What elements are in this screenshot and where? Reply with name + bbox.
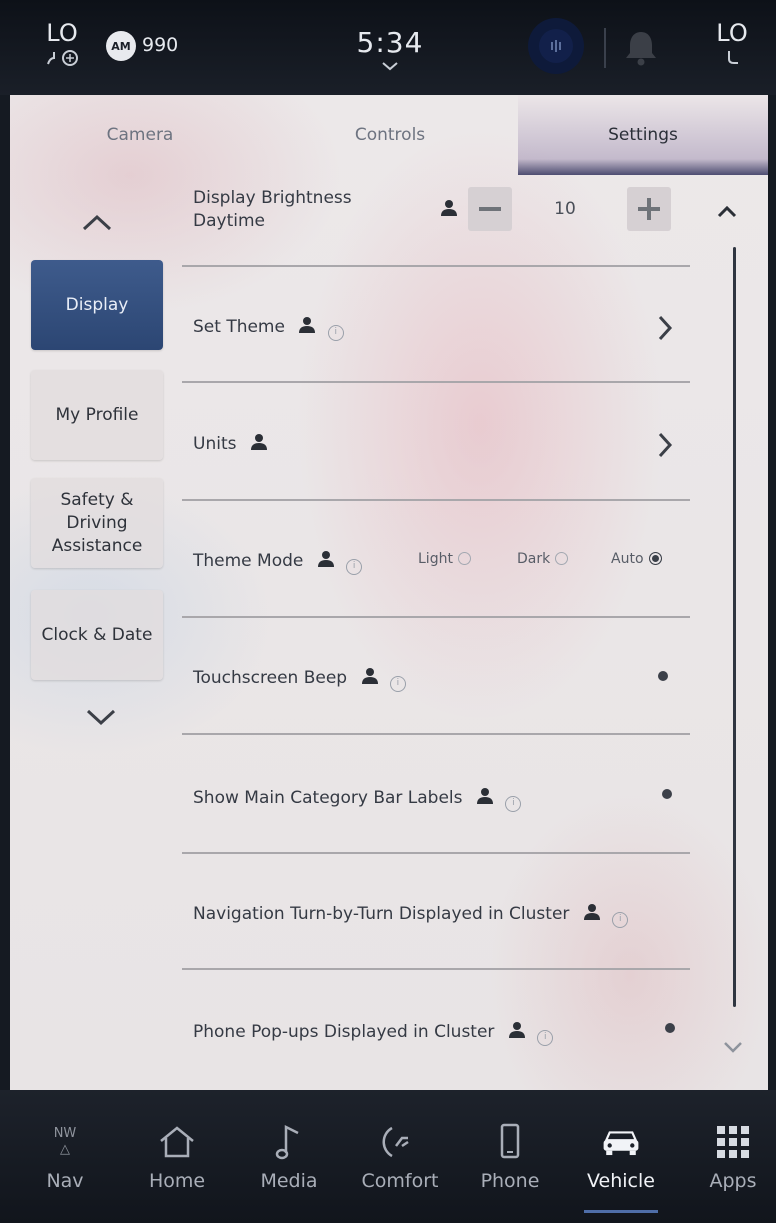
clock-time[interactable]: 5:34	[340, 26, 440, 59]
brightness-value: 10	[554, 199, 576, 219]
chevron-down-icon[interactable]	[380, 60, 400, 72]
tab-controls[interactable]: Controls	[265, 95, 515, 175]
radio-button	[457, 552, 471, 565]
settings-screen: Camera Controls Settings Display My Prof…	[10, 95, 768, 1090]
brightness-label-line2: Daytime	[193, 211, 265, 231]
setting-touchscreen-beep[interactable]: Touchscreen Beep i	[185, 667, 685, 697]
divider	[182, 265, 690, 267]
setting-set-theme[interactable]: Set Theme i	[185, 313, 685, 343]
bottom-nav-bar: NW △ Nav Home Media Comfort Phone Vehicl…	[0, 1090, 776, 1223]
seat-icon	[380, 1122, 420, 1162]
divider	[182, 616, 690, 618]
phone-icon	[490, 1122, 530, 1162]
profile-icon	[250, 434, 267, 450]
phone-popups-toggle[interactable]	[665, 1023, 675, 1033]
category-display[interactable]: Display	[31, 260, 163, 350]
nav-turn-by-turn-label: Navigation Turn-by-Turn Displayed in Clu…	[193, 904, 570, 924]
info-icon[interactable]: i	[327, 325, 344, 341]
notifications-button[interactable]	[612, 18, 670, 76]
status-bar: LO AM 990 5:34 LO	[0, 0, 776, 95]
profile-icon	[583, 904, 600, 920]
theme-mode-label: Theme Mode	[193, 551, 304, 571]
brightness-increase-button[interactable]	[627, 187, 671, 231]
nav-button-home[interactable]: Home	[138, 1090, 216, 1223]
divider	[604, 28, 606, 68]
nav-button-nav[interactable]: NW △ Nav	[28, 1090, 102, 1223]
profile-icon	[299, 317, 316, 333]
voice-icon	[539, 29, 573, 63]
apps-grid-icon	[713, 1122, 753, 1162]
minus-icon	[479, 207, 501, 211]
set-theme-label: Set Theme	[193, 317, 285, 337]
driver-seat-heat-icon	[38, 48, 86, 72]
radio-frequency[interactable]: 990	[142, 34, 178, 56]
profile-icon	[361, 668, 378, 684]
info-icon[interactable]: i	[505, 796, 522, 812]
profile-icon	[476, 788, 493, 804]
passenger-seat-icon	[710, 48, 754, 72]
category-scroll-up-icon[interactable]	[80, 213, 114, 233]
profile-icon	[508, 1022, 525, 1038]
theme-option-dark[interactable]: Dark	[517, 551, 569, 567]
info-icon[interactable]: i	[537, 1030, 554, 1046]
theme-option-auto[interactable]: Auto	[611, 551, 662, 567]
touchscreen-beep-label: Touchscreen Beep	[193, 668, 348, 688]
divider	[182, 968, 690, 970]
radio-button-selected	[648, 552, 662, 565]
info-icon[interactable]: i	[346, 559, 363, 575]
chevron-right-icon	[658, 315, 673, 341]
category-scroll-down-icon[interactable]	[84, 707, 118, 727]
scrollbar[interactable]	[733, 247, 736, 1007]
list-scroll-up-icon[interactable]	[716, 205, 738, 219]
chevron-right-icon	[658, 432, 673, 458]
info-icon[interactable]: i	[612, 912, 629, 928]
voice-button[interactable]	[528, 18, 584, 74]
tab-settings[interactable]: Settings	[518, 95, 768, 175]
vehicle-icon	[601, 1122, 641, 1162]
brightness-label-line1: Display Brightness	[193, 188, 352, 208]
units-label: Units	[193, 434, 237, 454]
brightness-decrease-button[interactable]	[468, 187, 512, 231]
category-bar-labels-toggle[interactable]	[662, 789, 672, 799]
passenger-climate[interactable]: LO	[710, 20, 754, 72]
touchscreen-beep-toggle[interactable]	[658, 671, 668, 681]
divider	[182, 499, 690, 501]
nav-button-media[interactable]: Media	[248, 1090, 330, 1223]
divider	[182, 381, 690, 383]
setting-phone-popups[interactable]: Phone Pop-ups Displayed in Cluster i	[185, 1021, 685, 1051]
list-scroll-down-icon[interactable]	[722, 1040, 744, 1054]
nav-button-comfort[interactable]: Comfort	[350, 1090, 450, 1223]
theme-option-light[interactable]: Light	[418, 551, 471, 567]
tab-camera[interactable]: Camera	[10, 95, 270, 175]
category-safety-driving-assistance[interactable]: Safety & Driving Assistance	[31, 478, 163, 568]
tab-bar: Camera Controls Settings	[10, 95, 768, 175]
setting-display-brightness: Display Brightness Daytime	[185, 187, 685, 237]
category-clock-date[interactable]: Clock & Date	[31, 590, 163, 680]
category-my-profile[interactable]: My Profile	[31, 370, 163, 460]
nav-button-vehicle[interactable]: Vehicle	[566, 1090, 676, 1223]
driver-climate[interactable]: LO	[38, 20, 86, 72]
music-note-icon	[269, 1122, 309, 1162]
bell-icon	[626, 32, 656, 66]
compass-icon: NW △	[53, 1125, 77, 1157]
setting-category-bar-labels[interactable]: Show Main Category Bar Labels i	[185, 787, 685, 817]
plus-icon	[638, 198, 660, 220]
info-icon[interactable]: i	[389, 676, 406, 692]
category-bar-labels-label: Show Main Category Bar Labels	[193, 788, 463, 808]
radio-band-badge[interactable]: AM	[106, 31, 136, 61]
home-icon	[157, 1122, 197, 1162]
setting-nav-turn-by-turn[interactable]: Navigation Turn-by-Turn Displayed in Clu…	[185, 903, 685, 933]
profile-icon	[441, 200, 457, 216]
setting-units[interactable]: Units	[185, 430, 685, 460]
radio-button	[555, 552, 569, 565]
passenger-temp: LO	[716, 19, 748, 47]
driver-temp: LO	[46, 19, 78, 47]
profile-icon	[317, 551, 334, 567]
divider	[182, 852, 690, 854]
nav-button-apps[interactable]: Apps	[695, 1090, 771, 1223]
nav-button-phone[interactable]: Phone	[470, 1090, 550, 1223]
phone-popups-label: Phone Pop-ups Displayed in Cluster	[193, 1022, 495, 1042]
divider	[182, 733, 690, 735]
